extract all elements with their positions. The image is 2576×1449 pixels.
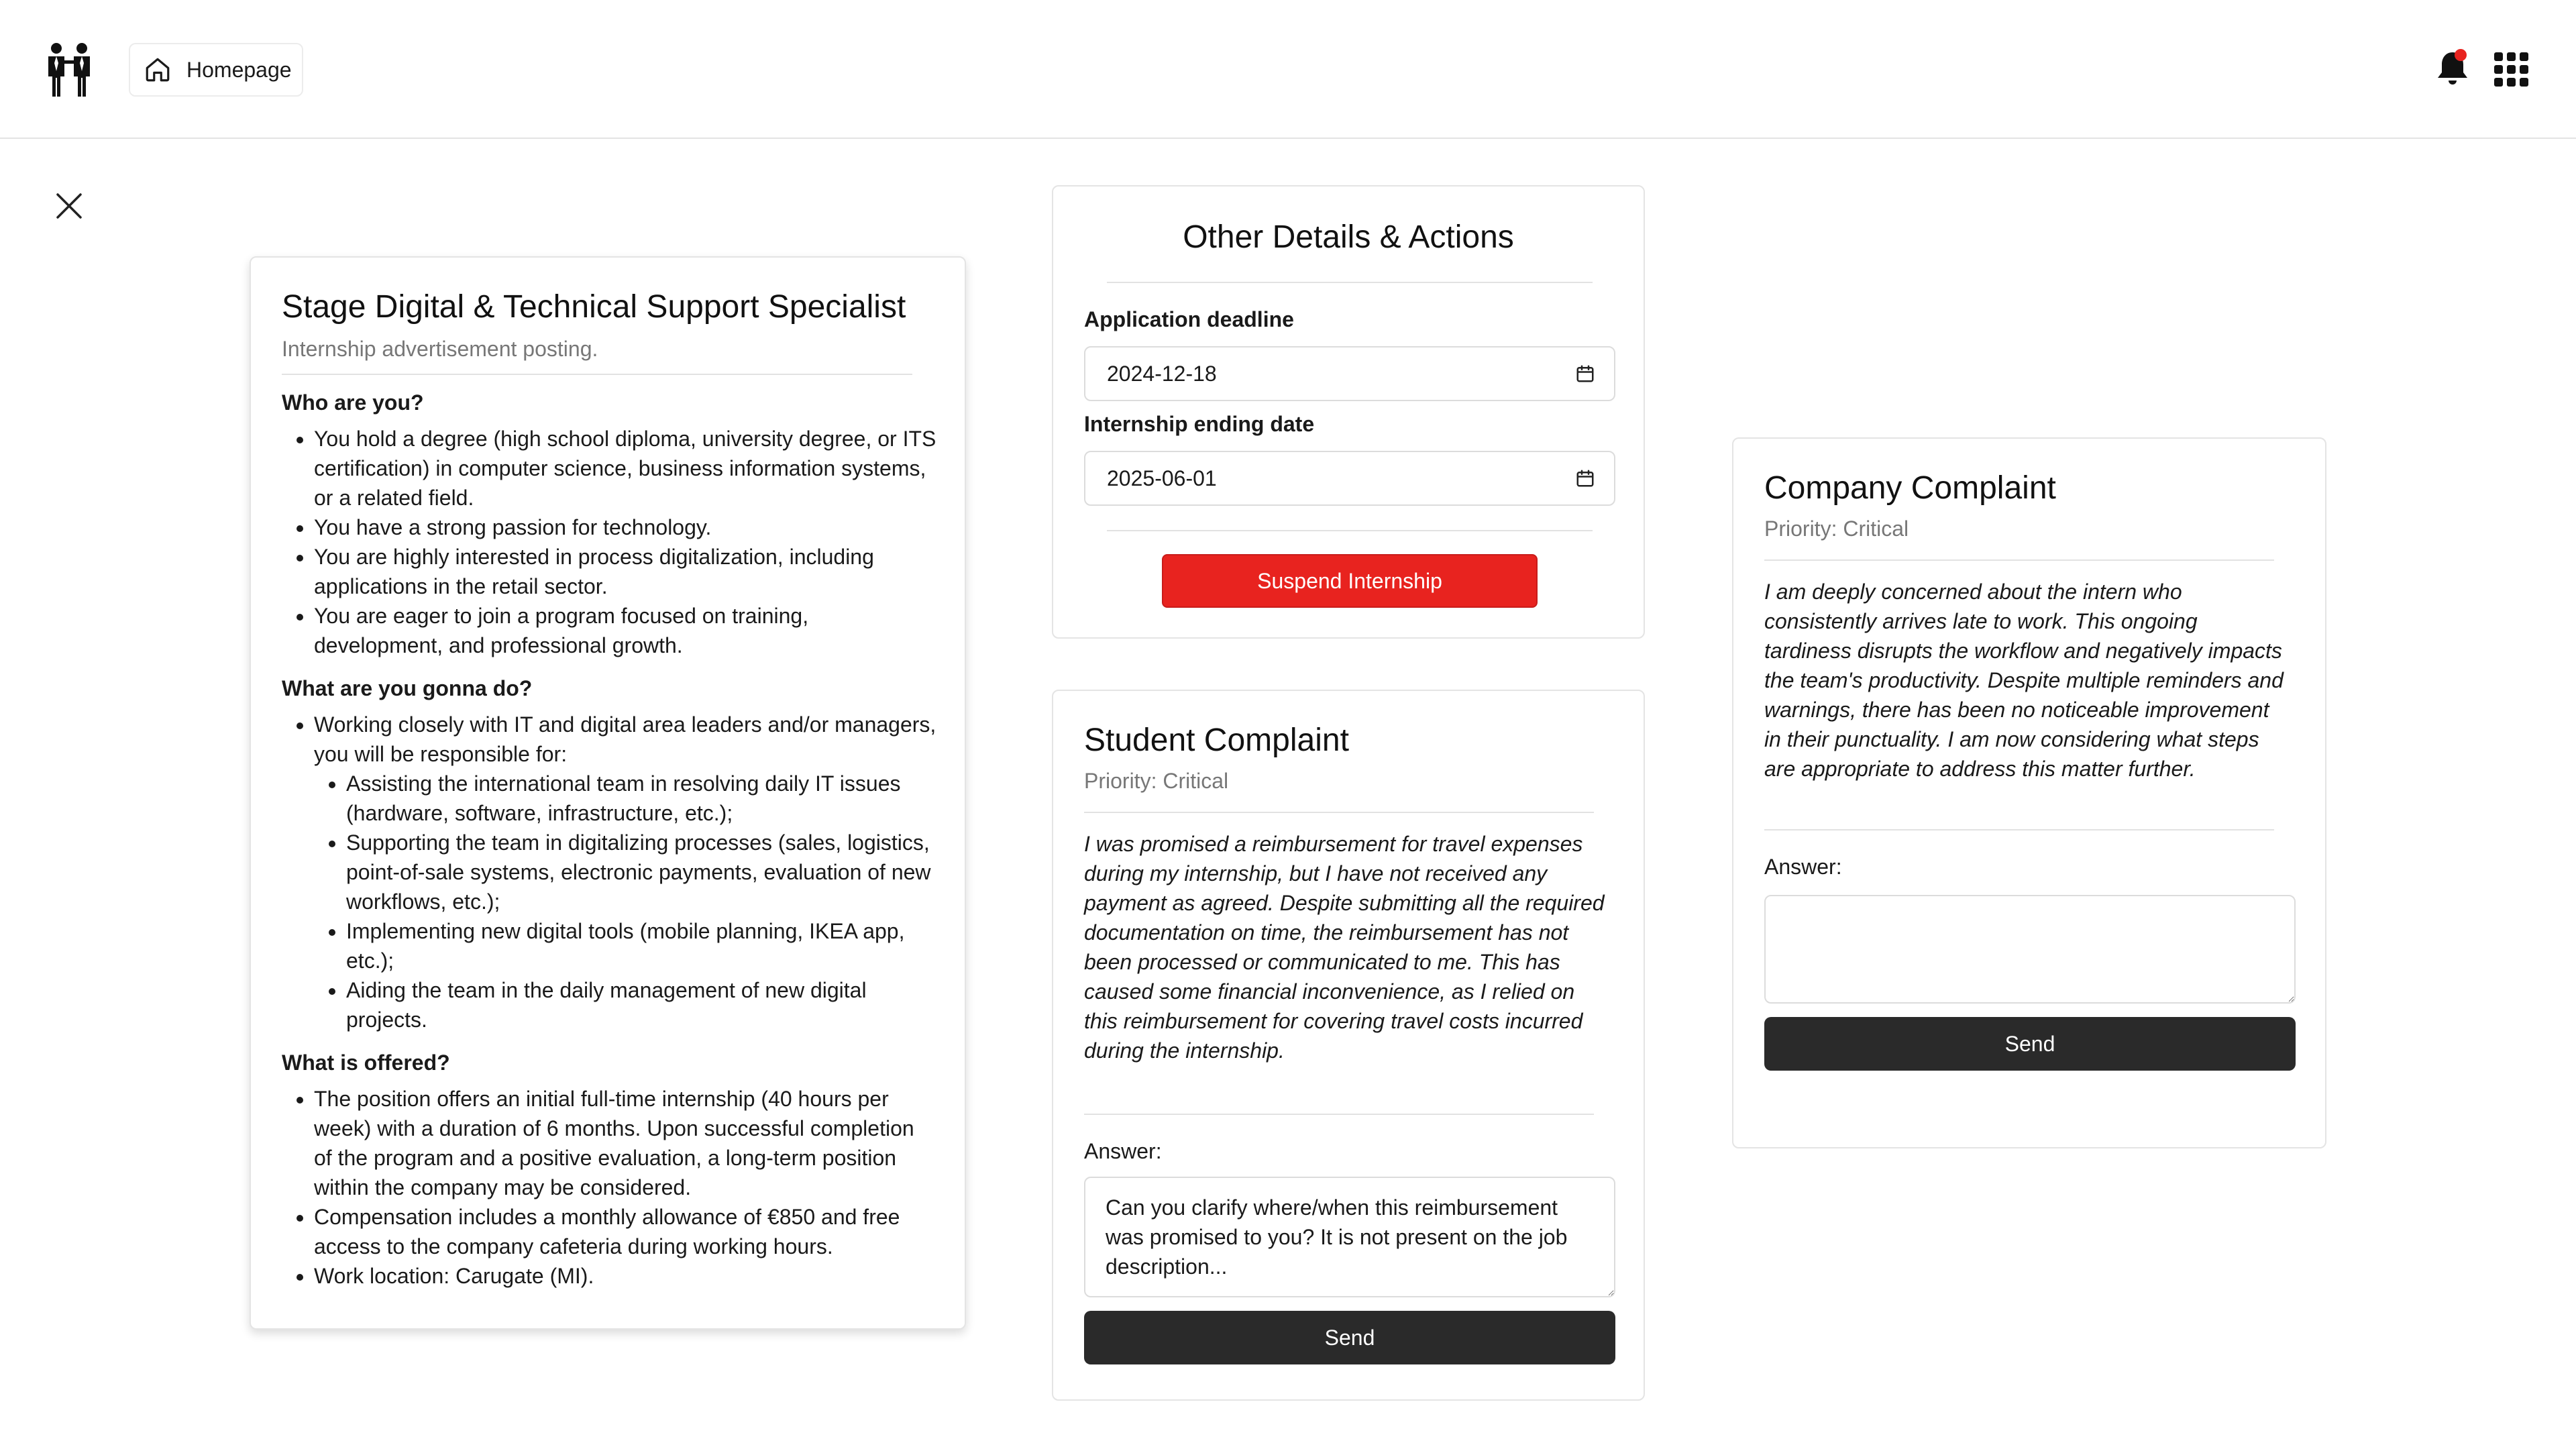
divider (1764, 559, 2274, 561)
posting-body: Who are you? You hold a degree (high sch… (282, 388, 936, 1291)
deadline-value: 2024-12-18 (1107, 361, 1217, 386)
ending-date-value: 2025-06-01 (1107, 466, 1217, 490)
company-complaint-card: Company Complaint Priority: Critical I a… (1732, 437, 2326, 1148)
company-complaint-priority: Priority: Critical (1764, 517, 1909, 541)
company-complaint-text: I am deeply concerned about the intern w… (1764, 580, 2284, 781)
student-answer-input[interactable]: Can you clarify where/when this reimburs… (1084, 1177, 1615, 1297)
divider (1084, 1114, 1594, 1115)
duties-sublist: Assisting the international team in reso… (314, 769, 936, 1034)
details-actions-card: Other Details & Actions Application dead… (1052, 185, 1645, 639)
ending-date-label: Internship ending date (1084, 412, 1315, 436)
internship-posting-card: Stage Digital & Technical Support Specia… (250, 256, 966, 1330)
company-answer-input[interactable] (1764, 895, 2296, 1004)
section-heading: Who are you? (282, 390, 424, 415)
posting-subtitle: Internship advertisement posting. (282, 337, 598, 361)
ending-date-input[interactable]: 2025-06-01 (1084, 451, 1615, 506)
calendar-icon[interactable] (1575, 468, 1595, 488)
list-item: Implementing new digital tools (mobile p… (346, 916, 936, 975)
top-bar: Homepage (0, 0, 2576, 139)
list-item: You have a strong passion for technology… (314, 513, 936, 542)
divider (1107, 282, 1593, 283)
list-item: The position offers an initial full-time… (314, 1084, 936, 1202)
apps-grid-icon[interactable] (2493, 51, 2530, 89)
posting-title: Stage Digital & Technical Support Specia… (282, 289, 906, 325)
list-item: Compensation includes a monthly allowanc… (314, 1202, 936, 1261)
student-complaint-text: I was promised a reimbursement for trave… (1084, 832, 1605, 1063)
student-send-button[interactable]: Send (1084, 1311, 1615, 1364)
deadline-date-input[interactable]: 2024-12-18 (1084, 346, 1615, 401)
company-complaint-title: Company Complaint (1764, 470, 2056, 506)
list-item: You hold a degree (high school diploma, … (314, 424, 936, 513)
divider (1764, 829, 2274, 830)
company-answer-label: Answer: (1764, 855, 1842, 879)
offer-list: The position offers an initial full-time… (282, 1084, 936, 1291)
section-heading: What are you gonna do? (282, 676, 533, 700)
logo-people-icon[interactable] (43, 42, 97, 98)
deadline-label: Application deadline (1084, 307, 1294, 331)
homepage-label: Homepage (186, 57, 292, 82)
list-item: Working closely with IT and digital area… (314, 710, 936, 1034)
list-item: Supporting the team in digitalizing proc… (346, 828, 936, 916)
student-answer-label: Answer: (1084, 1139, 1162, 1163)
calendar-icon[interactable] (1575, 364, 1595, 384)
duties-intro: Working closely with IT and digital area… (314, 712, 936, 766)
home-icon (144, 56, 172, 84)
list-item: You are eager to join a program focused … (314, 601, 936, 660)
student-complaint-card: Student Complaint Priority: Critical I w… (1052, 690, 1645, 1401)
student-complaint-title: Student Complaint (1084, 722, 1349, 758)
suspend-internship-button[interactable]: Suspend Internship (1162, 554, 1538, 608)
section-heading: What is offered? (282, 1051, 450, 1075)
divider (282, 374, 912, 375)
close-icon[interactable] (55, 192, 83, 220)
list-item: Aiding the team in the daily management … (346, 975, 936, 1034)
company-send-button[interactable]: Send (1764, 1017, 2296, 1071)
divider (1084, 812, 1594, 813)
homepage-button[interactable]: Homepage (129, 43, 303, 97)
requirements-list: You hold a degree (high school diploma, … (282, 424, 936, 660)
details-title: Other Details & Actions (1183, 219, 1514, 255)
duties-list: Working closely with IT and digital area… (282, 710, 936, 1034)
list-item: Assisting the international team in reso… (346, 769, 936, 828)
list-item: Work location: Carugate (MI). (314, 1261, 936, 1291)
bell-icon[interactable] (2435, 48, 2470, 89)
list-item: You are highly interested in process dig… (314, 542, 936, 601)
divider (1107, 530, 1593, 531)
student-complaint-priority: Priority: Critical (1084, 769, 1229, 793)
